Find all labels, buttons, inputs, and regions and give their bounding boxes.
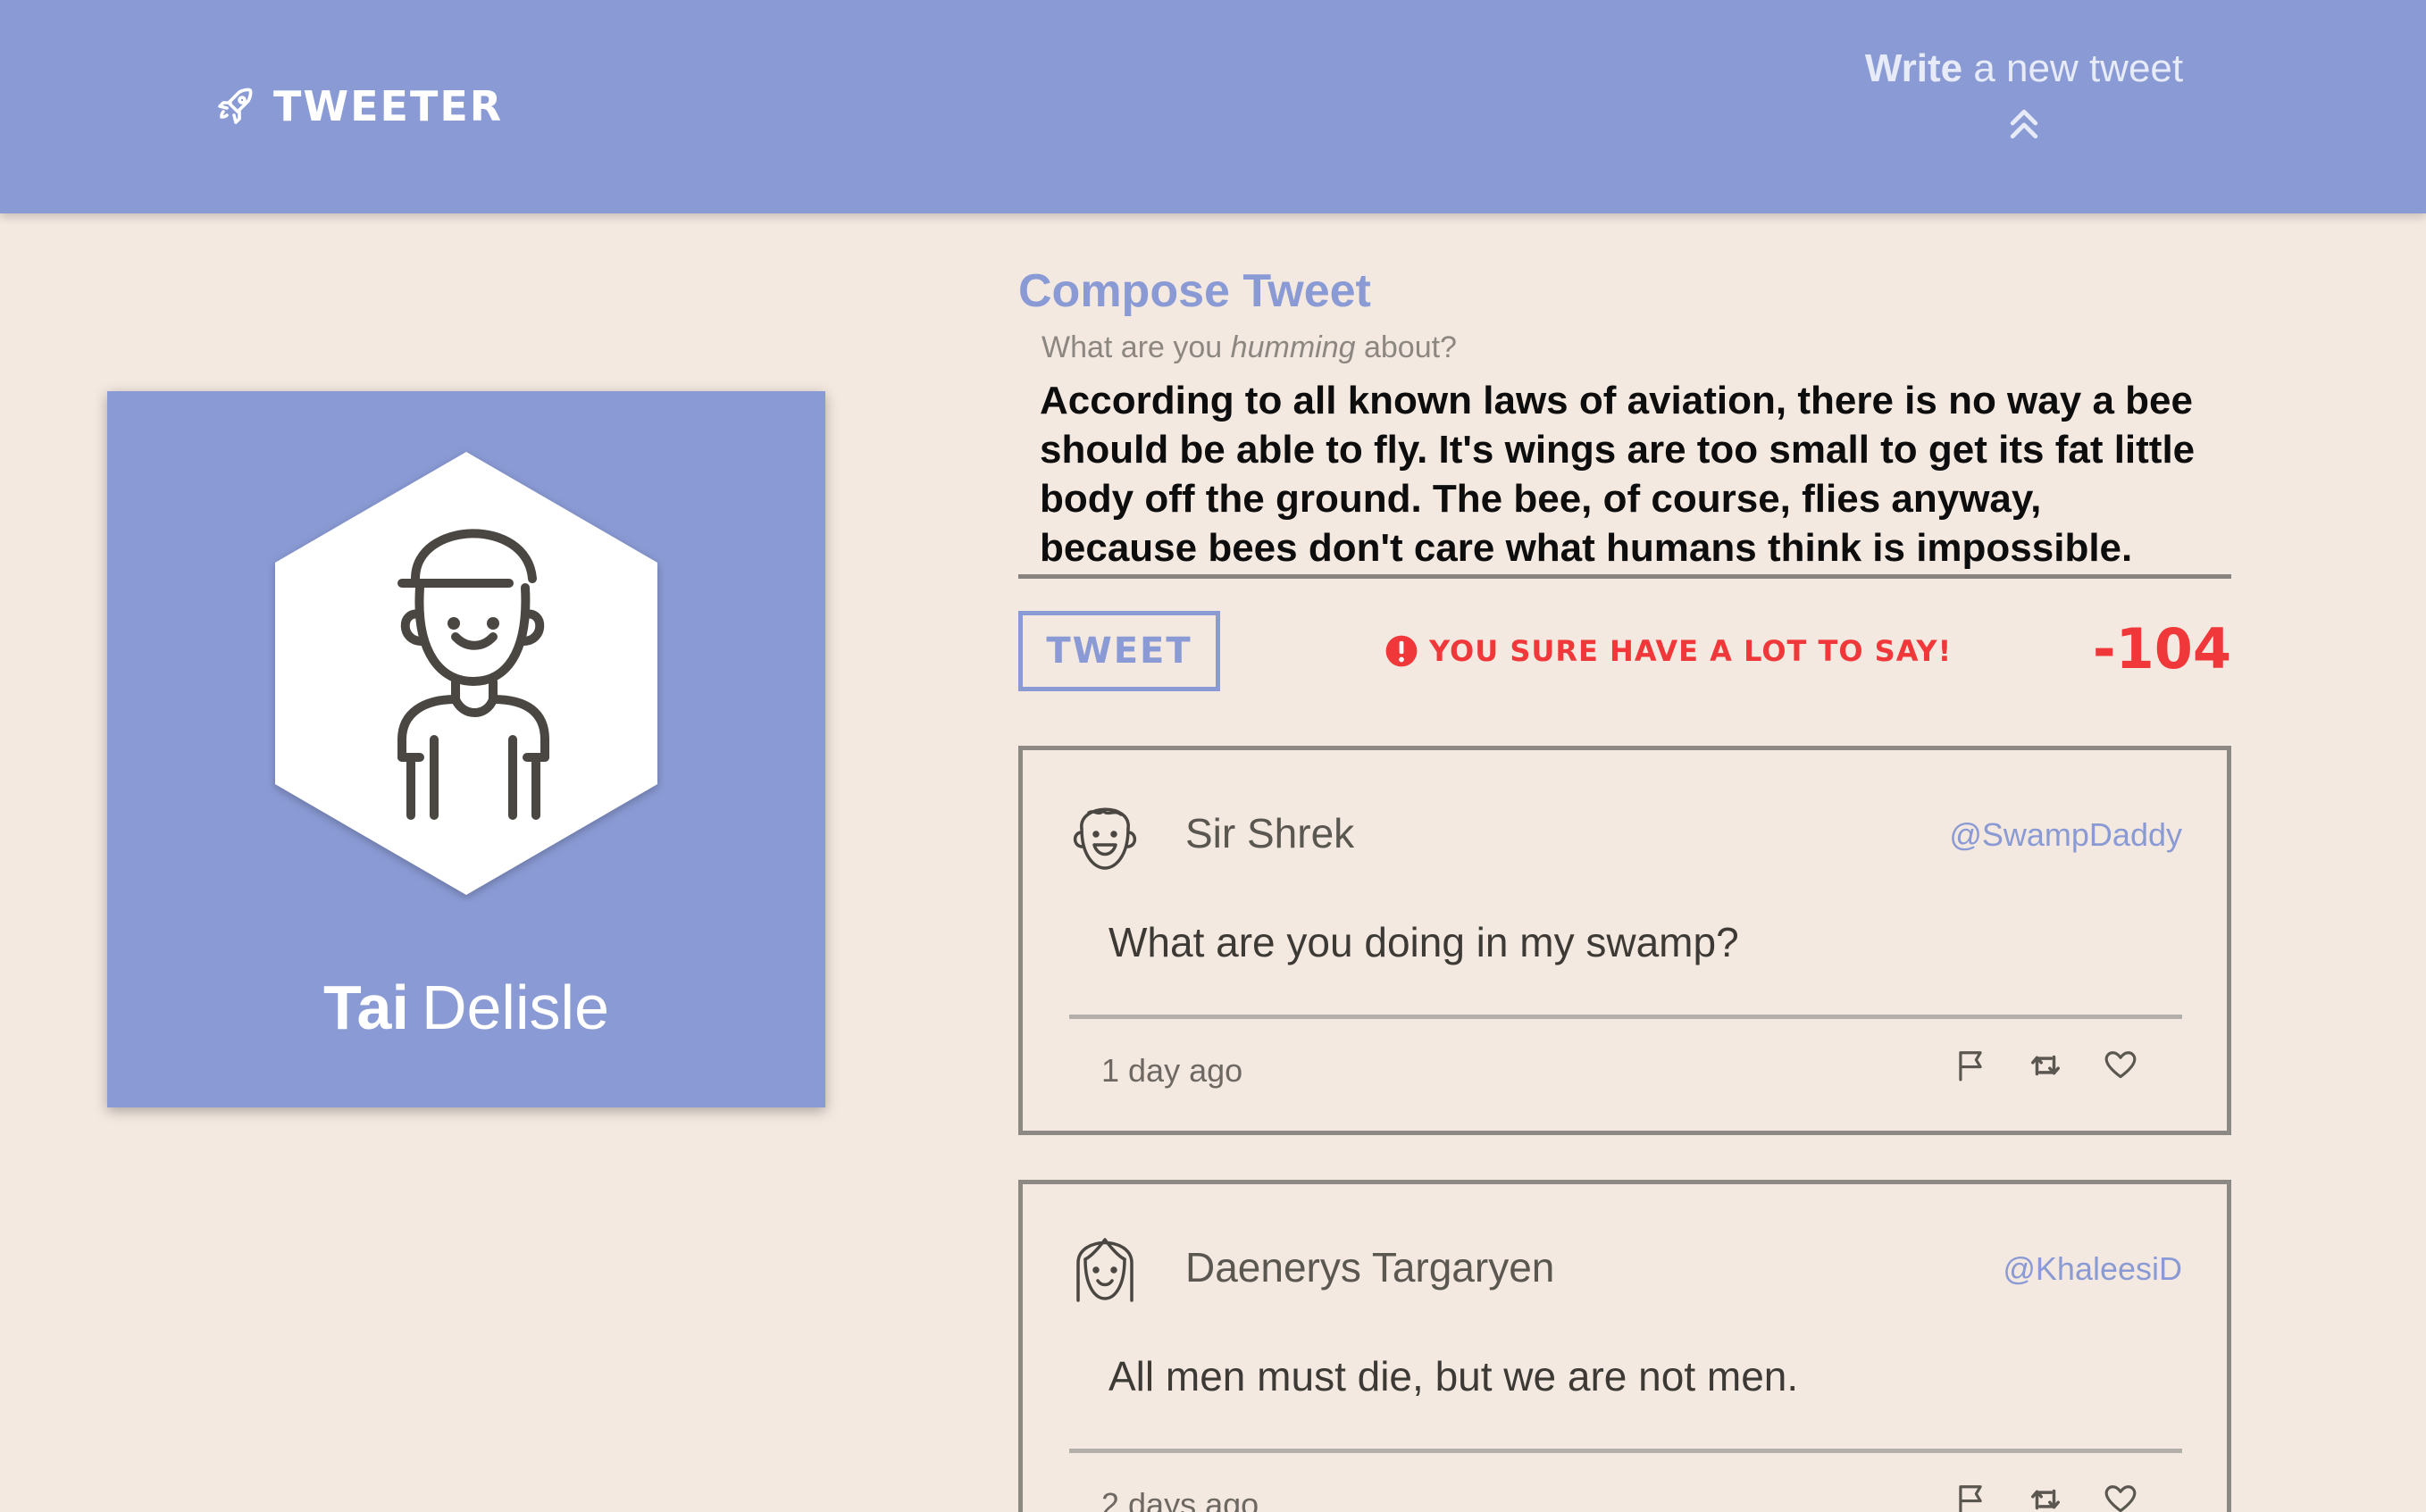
error-text: YOU SURE HAVE A LOT TO SAY! (1429, 634, 1953, 668)
heart-icon (2104, 1051, 2137, 1079)
flag-icon (1959, 1051, 1982, 1082)
tweet-body: What are you doing in my swamp? (1108, 919, 1739, 965)
profile-last-name: Delisle (421, 973, 610, 1042)
write-label-rest: a new tweet (1973, 46, 2184, 90)
tweet-actions (1953, 1048, 2137, 1082)
retweet-button[interactable] (2029, 1483, 2062, 1512)
profile-first-name: Tai (322, 973, 409, 1042)
tweet-author-name: Sir Shrek (1185, 810, 1355, 856)
tweet-card: Sir Shrek @SwampDaddy What are you doing… (1018, 746, 2231, 1135)
tweet-author-handle[interactable]: @SwampDaddy (1949, 816, 2182, 854)
top-nav: TWEETER Write a new tweet (0, 0, 2426, 213)
character-counter: -104 (2092, 616, 2231, 681)
error-message: YOU SURE HAVE A LOT TO SAY! (1384, 627, 1952, 675)
flag-button[interactable] (1953, 1483, 1987, 1512)
compose-prompt: What are you humming about? (1042, 330, 2231, 365)
brand-logo[interactable]: TWEETER (214, 79, 503, 134)
exclamation-circle-icon (1385, 635, 1418, 667)
rocket-icon (218, 88, 253, 124)
flag-button[interactable] (1953, 1048, 1987, 1082)
compose-title: Compose Tweet (1018, 265, 1371, 317)
compose-actions: TWEET YOU SURE HAVE A LOT TO SAY! -104 (1018, 611, 2231, 736)
retweet-button[interactable] (2029, 1048, 2062, 1082)
tweet-textarea[interactable]: According to all known laws of aviation,… (1040, 376, 2201, 571)
tweet-divider (1069, 1015, 2182, 1019)
retweet-icon (2031, 1055, 2060, 1076)
flag-icon (1959, 1485, 1982, 1512)
tweet-timestamp: 1 day ago (1101, 1052, 1243, 1089)
compose-divider (1018, 574, 2231, 579)
tweet-divider (1069, 1449, 2182, 1453)
retweet-icon (2031, 1489, 2060, 1510)
double-chevron-up-icon (2010, 109, 2038, 139)
like-button[interactable] (2104, 1048, 2137, 1082)
heart-icon (2104, 1485, 2137, 1512)
smiling-girl-face-icon (1076, 1238, 1134, 1302)
tweet-author-handle[interactable]: @KhaleesiD (2003, 1250, 2182, 1288)
user-avatar (275, 452, 657, 895)
prompt-emphasis: humming (1230, 330, 1356, 364)
write-new-tweet-toggle[interactable]: Write a new tweet (1836, 46, 2212, 163)
tweet-body: All men must die, but we are not men. (1108, 1353, 1799, 1399)
prompt-before: What are you (1042, 330, 1223, 364)
tweet-actions (1953, 1483, 2137, 1512)
write-new-tweet-label: Write a new tweet (1836, 46, 2212, 91)
tweet-card: Daenerys Targaryen @KhaleesiD All men mu… (1018, 1180, 2231, 1512)
like-button[interactable] (2104, 1483, 2137, 1512)
prompt-after: about? (1363, 330, 1457, 364)
compose-section: Compose Tweet What are you humming about… (1018, 264, 2231, 736)
write-label-bold: Write (1864, 46, 1963, 90)
tweet-timestamp: 2 days ago (1101, 1486, 1259, 1512)
tweet-button[interactable]: TWEET (1018, 611, 1220, 691)
tweet-author-name: Daenerys Targaryen (1185, 1244, 1555, 1291)
profile-card: Tai Delisle (107, 391, 825, 1107)
smiling-boy-face-icon (1073, 807, 1137, 870)
profile-name: Tai Delisle (107, 972, 825, 1043)
brand-name: TWEETER (273, 82, 504, 130)
